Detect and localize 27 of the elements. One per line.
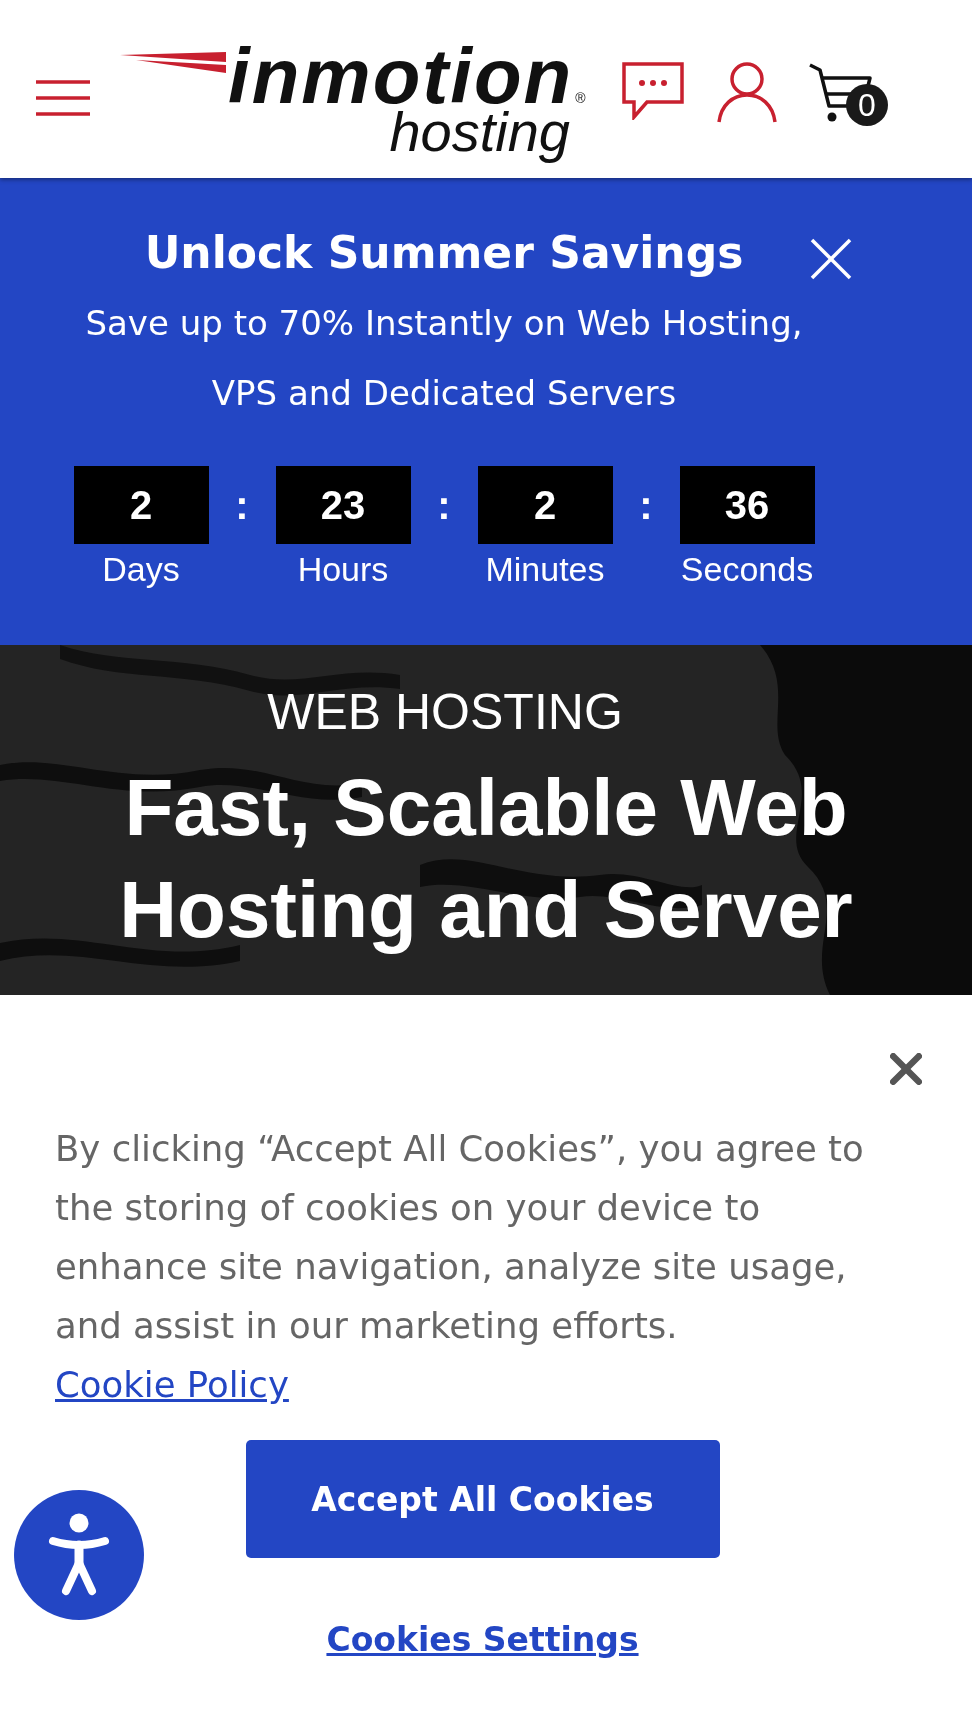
countdown-unit-label: Minutes [485, 549, 605, 590]
chat-icon[interactable] [622, 62, 684, 120]
countdown-unit-label: Days [102, 549, 180, 590]
close-button[interactable] [890, 1053, 922, 1085]
cookie-settings-link[interactable]: Cookies Settings [326, 1620, 639, 1660]
cookie-consent-text: By clicking “Accept All Cookies”, you agree to the storing of cookies on your device to enhance site navigation, analyze site usage, and assist in our marketing efforts. Cookie Policy [55, 1127, 865, 1407]
countdown-value: 2 [73, 466, 209, 544]
accept-cookies-button[interactable]: Accept All Cookies [245, 1440, 720, 1558]
countdown-value: 2 [477, 466, 613, 544]
close-icon[interactable] [810, 238, 852, 280]
promo-title: Unlock Summer Savings [144, 226, 744, 280]
countdown-unit-label: Hours [297, 549, 389, 590]
hero-eyebrow: WEB HOSTING [267, 683, 623, 742]
countdown-separator: : [437, 483, 451, 527]
close-icon [890, 1053, 922, 1085]
countdown-value: 36 [679, 466, 815, 544]
countdown-value: 23 [275, 466, 411, 544]
user-icon[interactable] [716, 61, 778, 123]
menu-icon[interactable] [36, 80, 90, 116]
countdown-separator: : [235, 483, 249, 527]
promo-subtitle: Save up to 70% Instantly on Web Hosting, VPS and Dedicated Servers [84, 302, 804, 415]
cart-count-badge: 0 [846, 84, 888, 126]
cookie-policy-link[interactable]: Cookie Policy [55, 1364, 289, 1405]
countdown-unit-label: Seconds [680, 549, 814, 590]
hero-title: Fast, Scalable Web Hosting and Server [118, 762, 854, 956]
accessibility-icon [48, 1513, 110, 1597]
countdown-separator: : [639, 483, 653, 527]
